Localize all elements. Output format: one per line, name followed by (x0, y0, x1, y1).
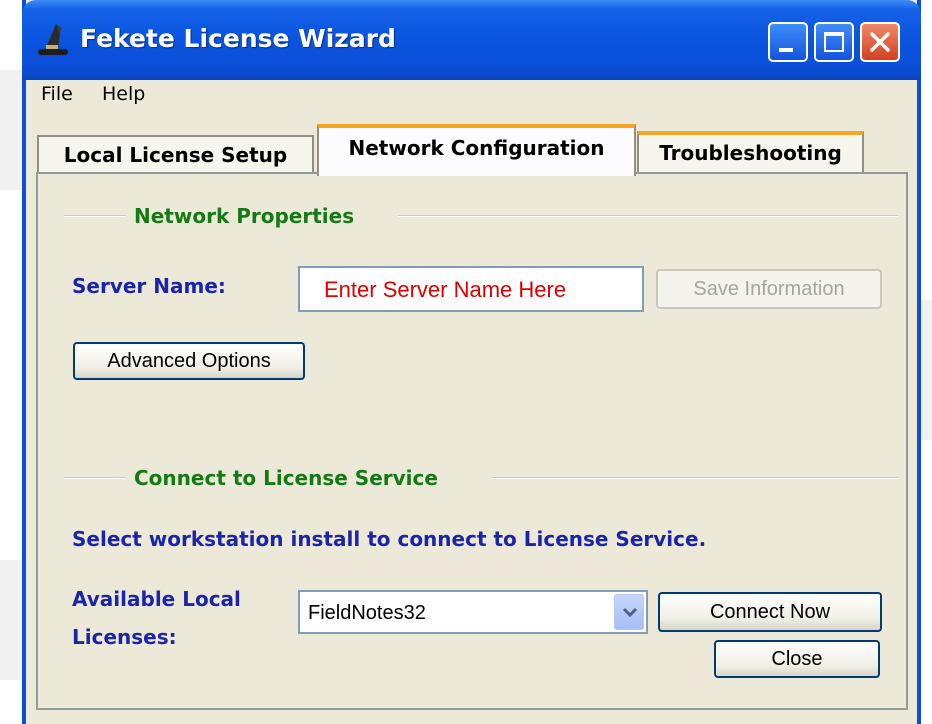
tab-troubleshooting[interactable]: Troubleshooting (637, 131, 864, 174)
tab-label: Troubleshooting (659, 141, 842, 165)
window-title: Fekete License Wizard (80, 24, 396, 53)
app-window: Fekete License Wizard File Help Local Li… (22, 0, 921, 724)
tab-local-license-setup[interactable]: Local License Setup (37, 135, 314, 174)
tab-panel-network-configuration: Network Properties Server Name: Enter Se… (36, 172, 908, 710)
tab-label: Network Configuration (348, 136, 605, 160)
group-divider (492, 477, 898, 479)
wizard-hat-icon (38, 24, 68, 55)
backdrop-shape (0, 560, 22, 680)
close-label: Close (771, 648, 823, 670)
available-licenses-label-line1: Available Local (72, 587, 241, 611)
tab-label: Local License Setup (63, 143, 288, 167)
connect-instruction: Select workstation install to connect to… (72, 527, 707, 551)
save-information-label: Save Information (693, 278, 845, 300)
connect-now-label: Connect Now (709, 601, 831, 623)
available-licenses-label-line2: Licenses: (72, 625, 177, 649)
group-divider (64, 215, 126, 217)
advanced-options-button[interactable]: Advanced Options (73, 342, 305, 380)
server-name-value: Enter Server Name Here (324, 277, 567, 302)
group-title-network-properties: Network Properties (134, 204, 355, 228)
group-divider (398, 215, 898, 217)
server-name-label: Server Name: (72, 274, 226, 298)
title-bar[interactable]: Fekete License Wizard (22, 0, 921, 80)
close-icon (870, 32, 890, 52)
advanced-options-label: Advanced Options (107, 350, 271, 372)
chevron-down-icon (622, 607, 638, 618)
maximize-button[interactable] (814, 22, 854, 62)
menu-help[interactable]: Help (102, 83, 145, 105)
close-button[interactable]: Close (714, 640, 880, 678)
available-licenses-select[interactable]: FieldNotes32 (298, 590, 648, 634)
maximize-icon (824, 32, 844, 52)
close-window-button[interactable] (860, 22, 900, 62)
menu-file[interactable]: File (41, 83, 73, 105)
group-divider (64, 477, 126, 479)
backdrop-shape (0, 70, 22, 190)
dropdown-toggle[interactable] (614, 594, 644, 630)
selected-license: FieldNotes32 (308, 602, 426, 624)
minimize-button[interactable] (768, 22, 808, 62)
tab-network-configuration[interactable]: Network Configuration (317, 124, 636, 176)
server-name-input[interactable]: Enter Server Name Here (298, 266, 644, 312)
minimize-icon (779, 48, 793, 52)
group-title-connect: Connect to License Service (134, 466, 438, 490)
menu-bar: File Help (26, 80, 917, 112)
save-information-button[interactable]: Save Information (656, 269, 882, 309)
connect-now-button[interactable]: Connect Now (658, 592, 882, 632)
